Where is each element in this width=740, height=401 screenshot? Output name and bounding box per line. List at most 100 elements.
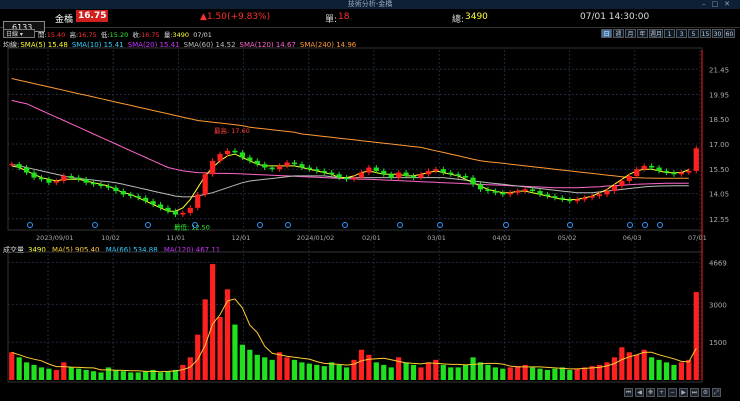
candle-body [128,194,134,197]
volume-bar [321,366,327,380]
candle-body [582,197,588,200]
candle-body [232,150,238,153]
candle-body [470,177,476,185]
volume-bar [477,362,484,380]
zoom-in-button[interactable]: + [657,388,666,397]
volume-bar [663,362,670,380]
volume-bar [678,362,685,380]
volume-bar [649,357,655,380]
candle-body [76,177,82,180]
event-marker [657,222,663,228]
candle-body [678,172,685,175]
candle-body [641,165,647,170]
volume-bar [239,344,245,380]
volume-bar [559,367,565,380]
volume-bar [529,367,536,380]
candle-body [693,148,699,171]
volume-bar [61,362,67,380]
candle-body [485,189,491,192]
volume-tick-label: 3000 [709,301,727,309]
candle-body [210,160,216,175]
volume-bar [656,359,662,380]
candle-body [686,170,692,173]
volume-bar [291,359,298,380]
volume-bar [23,362,30,380]
time-tick-label: 2023/09/01 [36,234,73,242]
candle-body [224,150,231,155]
event-marker [627,222,633,228]
volume-bar [448,367,454,380]
candle-body [403,172,409,176]
candle-body [544,194,551,197]
scroll-right-end-button[interactable]: ⏭ [690,388,699,397]
volume-bar [120,371,126,380]
volume-bar [90,371,97,380]
candle-body [336,174,342,178]
volume-bar [693,292,699,380]
candle-body [329,172,335,175]
candle-body [433,169,439,171]
volume-bar [381,364,387,380]
volume-bar [358,349,365,380]
candle-body [105,186,112,188]
volume-bar [38,367,45,380]
chart-canvas[interactable]: 12.55 14.05 15.50 17.00 18.50 19.95 21.45 2023/… [0,0,740,401]
candle-body [120,191,126,195]
candle-body [150,201,156,205]
time-tick-label: 12/01 [232,234,251,242]
candle-body [574,199,580,202]
volume-bar [366,354,372,380]
candle-body [180,212,186,215]
event-marker [503,222,509,228]
candle-body [529,189,536,192]
volume-bar [343,367,350,380]
candle-body [522,189,528,192]
volume-bar [455,367,461,380]
volume-bar [567,369,573,380]
event-marker [145,222,151,228]
candle-body [135,196,141,198]
candle-body [23,167,30,173]
candle-body [83,179,89,183]
volume-bar [232,324,238,380]
candle-body [455,174,461,176]
volume-bar [284,357,290,380]
candle-body [68,175,74,178]
volume-bar [165,371,171,380]
candle-body [671,172,677,175]
candle-body [38,177,45,180]
volume-bar [31,364,37,380]
candle-body [559,197,565,200]
volume-bar [410,364,417,380]
time-tick-label: 10/02 [101,234,120,242]
candle-body [492,191,498,193]
candle-body [9,164,15,166]
candle-body [262,164,268,168]
volume-bar [552,368,558,380]
volume-bar [83,369,89,380]
volume-bar [314,364,320,380]
volume-bar [373,362,379,380]
volume-bar [247,349,253,380]
volume-bar [217,317,223,380]
settings-button[interactable]: ⚙ [701,388,710,397]
volume-bar [582,367,588,380]
scroll-right-button[interactable]: ▶ [679,388,688,397]
candle-body [358,172,365,178]
zoom-out-button[interactable]: − [668,388,677,397]
volume-bar [500,368,506,380]
event-marker [285,222,291,228]
candle-body [113,187,119,192]
scroll-left-end-button[interactable]: ⏮ [624,388,633,397]
scroll-left-button[interactable]: ◀ [635,388,644,397]
time-tick-label: 06/03 [623,234,642,242]
fullscreen-button[interactable]: ⤢ [712,388,721,397]
volume-bar [262,357,268,380]
chart-navigation: ⏮ ◀ ✥ + − ▶ ⏭ ⚙ ⤢ [624,388,732,398]
volume-tick-label: 4669 [709,259,727,267]
volume-bar [537,368,543,380]
candle-body [16,164,22,168]
candle-body [537,191,543,195]
candle-body [604,191,610,195]
pan-button[interactable]: ✥ [646,388,655,397]
